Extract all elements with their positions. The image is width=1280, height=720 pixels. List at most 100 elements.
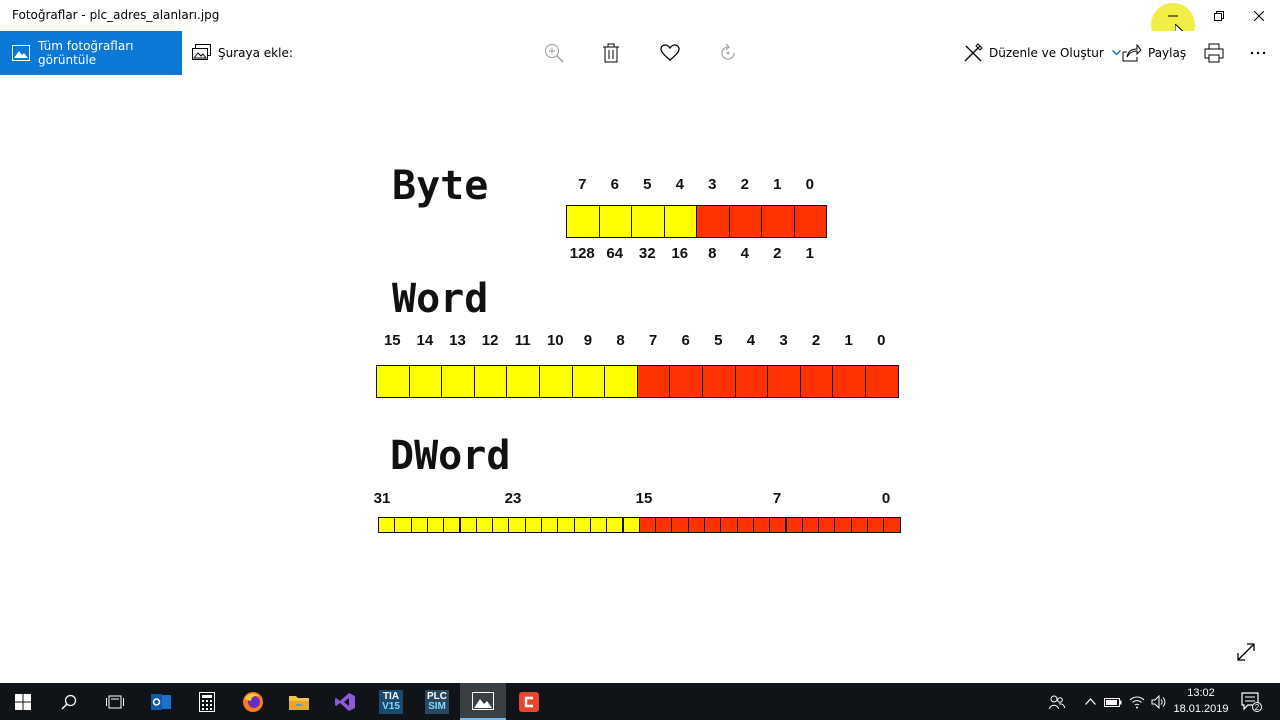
close-button[interactable] (1236, 0, 1280, 31)
photos-toolbar: Tüm fotoğrafları görüntüle Şuraya ekle: … (0, 31, 1280, 75)
dword-bit-cell (573, 517, 591, 533)
minimize-button[interactable] (1150, 0, 1196, 31)
taskbar: TIA V15 PLC SIM 13:02 18.01.2019 2 (0, 683, 1280, 720)
add-to-button[interactable]: Şuraya ekle: (192, 31, 293, 75)
byte-bit-cell (598, 205, 632, 238)
word-bit-cell (734, 365, 769, 398)
dword-bit-cell (394, 517, 412, 533)
dword-bit-cell (704, 517, 722, 533)
dword-bit-cell (785, 517, 803, 533)
add-to-label: Şuraya ekle: (218, 46, 293, 60)
view-all-photos-button[interactable]: Tüm fotoğrafları görüntüle (0, 31, 182, 75)
start-button[interactable] (0, 683, 46, 720)
rotate-button[interactable] (716, 41, 740, 65)
dword-bit-cell (883, 517, 901, 533)
word-bit-number: 9 (583, 332, 593, 349)
more-options-button[interactable] (1246, 41, 1270, 65)
task-view-icon (106, 695, 124, 708)
windows-logo-icon (15, 693, 31, 710)
taskbar-calculator[interactable] (184, 683, 230, 720)
taskbar-clock[interactable]: 13:02 18.01.2019 (1168, 685, 1234, 717)
word-bit-cell (604, 365, 638, 398)
dword-bit-cell (589, 517, 608, 533)
taskbar-plcsim[interactable]: PLC SIM (414, 683, 460, 720)
people-button[interactable] (1046, 683, 1068, 720)
word-bit-number: 4 (746, 332, 756, 349)
word-bit-cell (376, 365, 410, 398)
edit-create-button[interactable]: Düzenle ve Oluştur (963, 31, 1121, 75)
taskbar-visual-studio[interactable] (322, 683, 368, 720)
task-view-button[interactable] (92, 683, 138, 720)
dword-bit-cell (834, 517, 852, 533)
dword-bit-cell (524, 517, 542, 533)
fullscreen-button[interactable] (1236, 642, 1256, 666)
printer-icon (1204, 43, 1224, 63)
taskbar-search-button[interactable] (46, 683, 92, 720)
network-button[interactable] (1126, 683, 1148, 720)
word-bit-number: 0 (877, 332, 886, 349)
dword-bit-cell (426, 517, 445, 533)
dword-bit-number: 0 (881, 490, 891, 507)
word-bit-cell (473, 365, 508, 398)
zoom-button[interactable] (542, 41, 566, 65)
favorite-button[interactable] (658, 41, 682, 65)
firefox-icon (243, 691, 263, 712)
word-bit-number: 1 (844, 332, 853, 349)
word-bit-number: 5 (714, 332, 723, 349)
share-button[interactable]: Paylaş (1122, 31, 1186, 75)
dword-bit-cell (459, 517, 477, 533)
dword-bit-cell (850, 517, 868, 533)
word-bit-number: 2 (811, 332, 821, 349)
word-bit-cell (832, 365, 866, 398)
chevron-up-icon (1084, 698, 1096, 705)
byte-bit-number: 3 (708, 176, 717, 193)
calculator-icon (199, 691, 215, 712)
dword-bit-cell (378, 517, 396, 533)
show-hidden-icons-button[interactable] (1080, 683, 1100, 720)
byte-label: Byte (392, 163, 489, 209)
volume-button[interactable] (1148, 683, 1170, 720)
byte-bit-number: 1 (773, 176, 782, 193)
wifi-icon (1129, 696, 1145, 708)
taskbar-file-explorer[interactable] (276, 683, 322, 720)
byte-bit-number: 4 (675, 176, 684, 193)
close-icon (1254, 10, 1264, 21)
dword-bit-cell (736, 517, 754, 533)
outlook-icon (151, 693, 171, 710)
taskbar-tia-portal[interactable]: TIA V15 (368, 683, 414, 720)
heart-icon (660, 44, 680, 61)
word-label: Word (392, 276, 489, 322)
word-bit-cell (539, 365, 573, 398)
people-icon (1049, 695, 1065, 709)
dword-bit-cell (475, 517, 494, 533)
byte-bit-number: 6 (610, 176, 619, 193)
share-icon (1122, 44, 1142, 62)
trash-icon (603, 43, 619, 63)
taskbar-firefox[interactable] (230, 683, 276, 720)
dword-bit-cell (638, 517, 657, 533)
byte-bit-cell (696, 205, 730, 238)
share-label: Paylaş (1148, 46, 1187, 60)
byte-bit-weight: 128 (569, 245, 595, 262)
byte-bit-weight: 4 (740, 245, 749, 262)
print-button[interactable] (1202, 41, 1226, 65)
byte-bit-cell (761, 205, 795, 238)
battery-button[interactable] (1102, 683, 1124, 720)
word-bit-cell (441, 365, 475, 398)
taskbar-photos[interactable] (460, 683, 506, 720)
byte-bit-cell (793, 205, 827, 238)
taskbar-camtasia[interactable] (506, 683, 552, 720)
dword-bit-cell (752, 517, 771, 533)
taskbar-outlook[interactable] (138, 683, 184, 720)
word-bit-cell (865, 365, 899, 398)
byte-bit-cell (663, 205, 697, 238)
title-bar: Fotoğraflar - plc_adres_alanları.jpg (0, 0, 1280, 47)
word-bit-cell (408, 365, 443, 398)
delete-button[interactable] (599, 41, 623, 65)
dword-bit-cell (443, 517, 461, 533)
word-bit-number: 14 (416, 332, 434, 349)
byte-bit-number: 2 (740, 176, 749, 193)
view-all-photos-label: Tüm fotoğrafları görüntüle (38, 39, 134, 67)
byte-bit-weight: 64 (606, 245, 624, 262)
action-center-button[interactable]: 2 (1238, 683, 1266, 720)
